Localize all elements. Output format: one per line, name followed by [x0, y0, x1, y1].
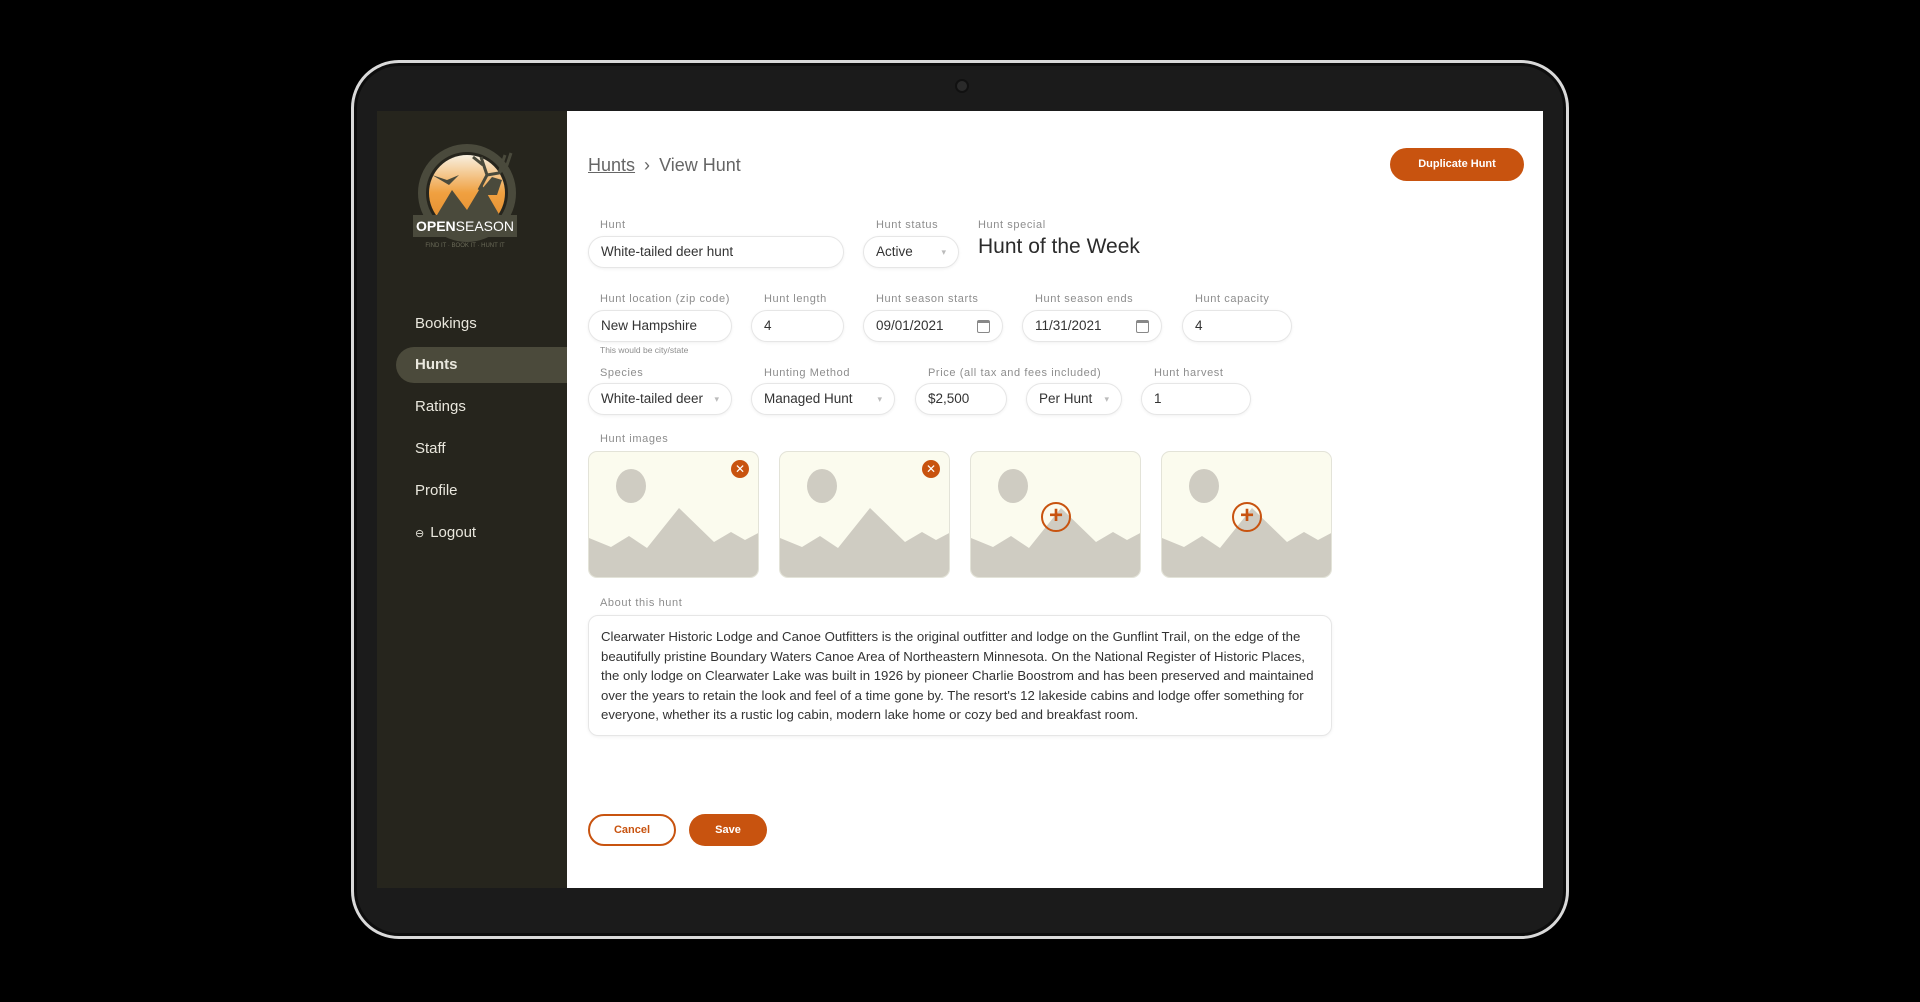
species-label: Species: [600, 367, 644, 379]
sidebar-item-hunts[interactable]: Hunts: [415, 356, 458, 373]
sidebar: OPENSEASON FIND IT · BOOK IT · HUNT IT B…: [377, 111, 567, 888]
hunting-method-label: Hunting Method: [764, 367, 851, 379]
cancel-button[interactable]: Cancel: [588, 814, 676, 846]
svg-text:OPENSEASON: OPENSEASON: [416, 218, 514, 234]
add-image-icon[interactable]: +: [1232, 502, 1262, 532]
capacity-label: Hunt capacity: [1195, 293, 1270, 305]
location-input[interactable]: New Hampshire: [588, 310, 732, 342]
hunting-method-value: Managed Hunt: [764, 391, 853, 406]
hunt-images-label: Hunt images: [600, 433, 669, 445]
sidebar-item-staff[interactable]: Staff: [415, 440, 446, 457]
save-button[interactable]: Save: [689, 814, 767, 846]
chevron-down-icon: ▾: [1104, 394, 1109, 404]
capacity-input[interactable]: 4: [1182, 310, 1292, 342]
harvest-label: Hunt harvest: [1154, 367, 1224, 379]
add-image-icon[interactable]: +: [1041, 502, 1071, 532]
hunt-special-label: Hunt special: [978, 219, 1046, 231]
hunt-length-label: Hunt length: [764, 293, 827, 305]
species-select[interactable]: White-tailed deer ▾: [588, 383, 732, 415]
price-label: Price (all tax and fees included): [928, 367, 1102, 379]
hunt-length-input[interactable]: 4: [751, 310, 844, 342]
hunting-method-select[interactable]: Managed Hunt ▾: [751, 383, 895, 415]
logout-icon: ⊖: [415, 528, 425, 540]
hunt-status-value: Active: [876, 244, 913, 259]
price-input[interactable]: $2,500: [915, 383, 1007, 415]
hunt-image-slot[interactable]: +: [1161, 451, 1332, 578]
sidebar-item-ratings[interactable]: Ratings: [415, 398, 466, 415]
harvest-input[interactable]: 1: [1141, 383, 1251, 415]
season-start-value: 09/01/2021: [876, 318, 944, 333]
price-unit-select[interactable]: Per Hunt ▾: [1026, 383, 1122, 415]
species-value: White-tailed deer: [601, 391, 704, 406]
hunt-image-slot[interactable]: +: [970, 451, 1141, 578]
season-end-label: Hunt season ends: [1035, 293, 1134, 305]
duplicate-hunt-button[interactable]: Duplicate Hunt: [1390, 148, 1524, 181]
sidebar-item-profile[interactable]: Profile: [415, 482, 458, 499]
about-label: About this hunt: [600, 597, 683, 609]
season-start-label: Hunt season starts: [876, 293, 979, 305]
logout-label: Logout: [430, 524, 477, 541]
season-end-value: 11/31/2021: [1035, 318, 1102, 333]
svg-text:FIND IT · BOOK IT · HUNT IT: FIND IT · BOOK IT · HUNT IT: [425, 243, 505, 249]
hunt-status-label: Hunt status: [876, 219, 939, 231]
hunt-name-input[interactable]: White-tailed deer hunt: [588, 236, 844, 268]
remove-image-icon[interactable]: ✕: [922, 460, 940, 478]
chevron-right-icon: ›: [644, 155, 651, 175]
calendar-icon[interactable]: [1136, 320, 1149, 333]
app-screen: OPENSEASON FIND IT · BOOK IT · HUNT IT B…: [377, 111, 1543, 888]
hunt-image-slot[interactable]: ✕: [588, 451, 759, 578]
hunt-image-slot[interactable]: ✕: [779, 451, 950, 578]
price-unit-value: Per Hunt: [1039, 391, 1093, 406]
about-textarea[interactable]: Clearwater Historic Lodge and Canoe Outf…: [588, 615, 1332, 736]
breadcrumb-current: View Hunt: [659, 155, 741, 175]
openseason-logo: OPENSEASON FIND IT · BOOK IT · HUNT IT: [413, 144, 517, 249]
chevron-down-icon: ▾: [941, 247, 946, 257]
location-hint: This would be city/state: [600, 345, 689, 355]
chevron-down-icon: ▾: [714, 394, 719, 404]
breadcrumb: Hunts › View Hunt: [588, 155, 741, 176]
chevron-down-icon: ▾: [877, 394, 882, 404]
breadcrumb-hunts-link[interactable]: Hunts: [588, 155, 635, 175]
season-end-input[interactable]: 11/31/2021: [1022, 310, 1162, 342]
sidebar-item-bookings[interactable]: Bookings: [415, 315, 477, 332]
season-start-input[interactable]: 09/01/2021: [863, 310, 1003, 342]
hunt-status-select[interactable]: Active ▾: [863, 236, 959, 268]
calendar-icon[interactable]: [977, 320, 990, 333]
hunt-special-value: Hunt of the Week: [978, 235, 1140, 258]
camera-icon: [955, 79, 969, 93]
remove-image-icon[interactable]: ✕: [731, 460, 749, 478]
about-text: Clearwater Historic Lodge and Canoe Outf…: [601, 629, 1314, 723]
sidebar-item-logout[interactable]: ⊖ Logout: [415, 524, 476, 541]
hunt-label: Hunt: [600, 219, 626, 231]
location-label: Hunt location (zip code): [600, 293, 730, 305]
